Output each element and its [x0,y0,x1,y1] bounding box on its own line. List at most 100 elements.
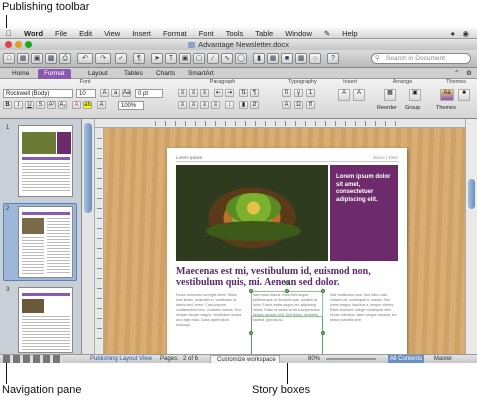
apple-icon[interactable]:  [0,29,18,38]
bullets-icon[interactable]: ≡ [178,89,187,97]
open-icon[interactable]: ▣ [31,53,43,64]
group-icon[interactable]: ▣ [409,89,421,101]
undo-icon[interactable]: ↶ [77,53,93,64]
page-thumbnail-1[interactable]: 1 [3,122,77,200]
status-icon[interactable]: ◉ [456,29,475,38]
text-effects-icon[interactable]: A [97,101,106,109]
tab-layout[interactable]: Layout [82,69,114,79]
vertical-ruler[interactable] [95,128,104,354]
script-menu-icon[interactable]: ✎ [318,29,336,38]
navigation-scroll-thumb[interactable] [84,123,92,213]
format-painter-icon[interactable]: ✓ [115,53,127,64]
new-document-icon[interactable]: □ [3,53,15,64]
highlight-icon[interactable]: ab [83,101,92,109]
swash-icon[interactable]: A [282,101,291,109]
menu-help[interactable]: Help [336,29,363,38]
scale-field[interactable]: 100% [118,101,144,110]
tab-master-pages[interactable]: Master Pages [425,355,461,363]
menu-table[interactable]: Table [249,29,279,38]
purple-callout-box[interactable]: Lorem ipsum dolor sit amet, consectetuer… [330,165,398,261]
menu-view[interactable]: View [98,29,126,38]
page-thumbnail-2[interactable]: 2 [3,203,77,281]
increase-indent-icon[interactable]: ⇥ [225,89,234,97]
italic-icon[interactable]: I [14,101,23,109]
stylistic-set-icon[interactable]: γ [294,89,303,97]
help-icon[interactable]: ? [327,53,339,64]
view-buttons[interactable] [3,355,63,363]
menu-format[interactable]: Format [157,29,193,38]
tab-format[interactable]: Format [38,69,71,79]
ligatures-icon[interactable]: fi [282,89,291,97]
align-left-icon[interactable]: ≡ [178,101,187,109]
horizontal-ruler[interactable] [95,119,477,128]
search-input[interactable]: ⚲ Search in Document [371,53,471,64]
wordart-icon[interactable]: A [353,89,365,101]
glyph-icon[interactable]: Ω [294,101,303,109]
justify-icon[interactable]: ≡ [211,101,220,109]
contextual-icon[interactable]: ff [306,101,315,109]
resize-handle[interactable] [321,331,325,335]
wrap-icon[interactable]: ◯ [235,53,247,64]
font-name-select[interactable]: Rockwell (Body) [3,89,73,98]
zoom-icon[interactable] [25,41,32,48]
minimize-icon[interactable] [15,41,22,48]
freeform-icon[interactable]: ∿ [221,53,233,64]
media-browser-icon[interactable]: ■ [281,53,293,64]
story-box-link[interactable] [251,291,323,317]
select-arrow-icon[interactable]: ➤ [151,53,163,64]
menu-window[interactable]: Window [279,29,318,38]
tab-tables[interactable]: Tables [118,69,149,79]
show-formatting-icon[interactable]: ¶ [250,89,259,97]
text-color-icon[interactable]: A [72,101,81,109]
change-case-icon[interactable]: Aa [122,89,131,97]
reorder-icon[interactable]: ▦ [384,89,396,101]
rotate-handle[interactable] [285,281,289,285]
resize-handle[interactable] [249,331,253,335]
scrapbook-icon[interactable]: ▦ [295,53,307,64]
navigation-scrollbar[interactable] [82,119,95,354]
customize-workspace-select[interactable]: Customize workspace [210,355,280,363]
tab-home[interactable]: Home [6,69,35,79]
tab-charts[interactable]: Charts [150,69,181,79]
resize-handle[interactable] [285,289,289,293]
ribbon-settings-icon[interactable]: ⚙ [460,69,477,79]
zoom-slider[interactable] [326,358,376,360]
pilcrow-icon[interactable]: ¶ [133,53,145,64]
document-scrollbar[interactable] [465,119,477,354]
shrink-font-icon[interactable]: a [111,89,120,97]
toolbox-icon[interactable]: ▦ [267,53,279,64]
picture-icon[interactable]: ▣ [179,53,191,64]
themes-icon[interactable]: Aa [440,89,454,101]
strikethrough-icon[interactable]: S [36,101,45,109]
grow-font-icon[interactable]: A [100,89,109,97]
zoom-icon-toolbar[interactable]: ○ [309,53,321,64]
menu-word[interactable]: Word [18,29,49,38]
subscript-icon[interactable]: A₂ [58,101,67,109]
resize-handle[interactable] [249,289,253,293]
character-spacing-field[interactable]: 0 pt [135,89,163,98]
salad-photo[interactable] [176,165,328,261]
page-thumbnail-3[interactable]: 3 [3,284,77,353]
tab-all-contents[interactable]: All Contents [388,355,424,363]
numbering-icon[interactable]: ≡ [189,89,198,97]
menu-font[interactable]: Font [193,29,220,38]
text-box-icon[interactable]: T [165,53,177,64]
menu-edit[interactable]: Edit [73,29,98,38]
print-icon[interactable]: ⎙ [59,53,71,64]
font-size-select[interactable]: 10 [76,89,96,98]
close-icon[interactable] [5,41,12,48]
sort-icon[interactable]: ⇅ [239,89,248,97]
menu-file[interactable]: File [49,29,73,38]
save-icon[interactable]: ▩ [45,53,57,64]
line-spacing-icon[interactable]: ↕ [225,101,234,109]
tab-smartart[interactable]: SmartArt [182,69,220,79]
align-right-icon[interactable]: ≡ [200,101,209,109]
menu-tools[interactable]: Tools [220,29,250,38]
sidebar-icon[interactable]: ▮ [253,53,265,64]
story-column-1[interactable]: Fusce commodo orci eget lorem. Etiam ero… [176,293,244,354]
templates-icon[interactable]: ▦ [17,53,29,64]
multilevel-list-icon[interactable]: ≡ [200,89,209,97]
redo-icon[interactable]: ↷ [95,53,111,64]
underline-icon[interactable]: U [25,101,34,109]
text-box-insert-icon[interactable]: A [338,89,350,101]
